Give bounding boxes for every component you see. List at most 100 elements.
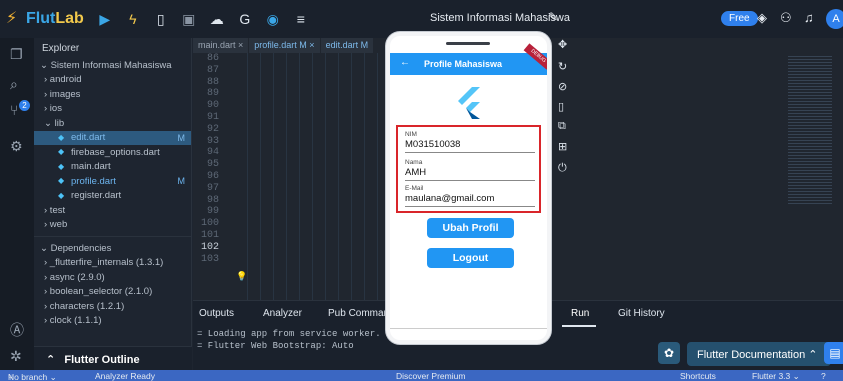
- flutter-version-select[interactable]: Flutter 3.3 ⌄: [752, 371, 800, 381]
- nama-label: Nama: [405, 159, 423, 166]
- qr-code-icon[interactable]: ⊞: [558, 140, 567, 153]
- tab-analyzer[interactable]: Analyzer: [263, 308, 302, 319]
- email-field[interactable]: maulana@gmail.com: [405, 193, 494, 204]
- tree-label: ⌄ Dependencies: [40, 242, 112, 254]
- app-bar-title: Profile Mahasiswa: [424, 59, 503, 69]
- log-line: = Loading app from service worker.: [197, 329, 381, 339]
- tree-label: › images: [44, 88, 81, 100]
- tree-label: › characters (1.2.1): [44, 300, 125, 312]
- dependencies-header[interactable]: ⌄ Dependencies: [34, 241, 191, 256]
- nim-underline: [405, 152, 535, 153]
- line-number: 100: [200, 218, 219, 230]
- dart-file-icon: ◆: [58, 132, 65, 142]
- dart-file-icon: ◆: [58, 147, 65, 157]
- help-icon[interactable]: ?: [821, 371, 826, 381]
- flutter-outline-toggle[interactable]: ⌃ Flutter Outline: [34, 346, 192, 370]
- line-number: 87: [206, 64, 219, 76]
- tab-profile-dart[interactable]: profile.dart M ×: [249, 38, 320, 53]
- menu-icon[interactable]: ≡: [294, 11, 308, 27]
- modified-marker: M: [177, 176, 186, 187]
- save-icon[interactable]: ▣: [182, 11, 196, 28]
- back-arrow-icon[interactable]: ←: [400, 57, 410, 68]
- layers-icon[interactable]: ◈: [757, 10, 767, 26]
- dependency-item[interactable]: › clock (1.1.1): [34, 314, 191, 329]
- chat-icon[interactable]: ▤: [824, 342, 843, 364]
- ubah-profil-button[interactable]: Ubah Profil: [427, 218, 514, 238]
- tree-label: register.dart: [71, 190, 122, 202]
- screenshot-icon[interactable]: ⧉: [558, 120, 566, 133]
- tab-main-dart[interactable]: main.dart ×: [193, 38, 249, 53]
- dependency-item[interactable]: › async (2.9.0): [34, 270, 191, 285]
- files-icon[interactable]: ❐: [10, 46, 23, 63]
- tab-pub-command[interactable]: Pub Command: [328, 308, 395, 319]
- line-number-current: 102: [200, 241, 219, 253]
- phone-bottom-line: [390, 328, 547, 329]
- tree-folder-images[interactable]: › images: [34, 87, 191, 102]
- dependency-item[interactable]: › boolean_selector (2.1.0): [34, 285, 191, 300]
- run-icon[interactable]: ▶: [98, 11, 112, 28]
- cloud-upload-icon[interactable]: ☁: [210, 11, 224, 28]
- line-number: 86: [206, 53, 219, 64]
- dependency-item[interactable]: › characters (1.2.1): [34, 299, 191, 314]
- divider: [34, 236, 191, 237]
- tree-folder-ios[interactable]: › ios: [34, 102, 191, 117]
- tree-file-register[interactable]: ◆ register.dart: [34, 189, 191, 204]
- minimap[interactable]: [788, 56, 832, 206]
- chevron-up-icon: ⌃: [46, 354, 59, 366]
- line-number: 90: [206, 100, 219, 112]
- add-user-icon[interactable]: ⚇: [780, 10, 792, 26]
- tree-label: › _flutterfire_internals (1.3.1): [44, 257, 164, 269]
- source-control-icon[interactable]: ⑂: [10, 102, 18, 118]
- rotate-icon[interactable]: ↻: [558, 60, 567, 73]
- search-icon[interactable]: ⌕: [10, 76, 18, 93]
- nama-underline: [405, 180, 535, 181]
- phone-preview: ← Profile Mahasiswa DEBUG NIM M031510038…: [386, 32, 551, 344]
- move-icon[interactable]: ✥: [558, 38, 567, 51]
- nim-field[interactable]: M031510038: [405, 139, 460, 150]
- phone-speaker: [446, 42, 490, 45]
- lightbulb-icon[interactable]: 💡: [236, 271, 247, 282]
- profile-form: NIM M031510038 Nama AMH E-Mail maulana@g…: [396, 125, 541, 213]
- tree-folder-web[interactable]: › web: [34, 218, 191, 233]
- tree-folder-test[interactable]: › test: [34, 203, 191, 218]
- power-icon[interactable]: ⏻: [558, 162, 567, 175]
- avatar[interactable]: A: [826, 9, 843, 29]
- google-icon[interactable]: G: [238, 11, 252, 27]
- flutter-logo-icon: [458, 87, 480, 119]
- explorer-title: Explorer: [42, 43, 80, 54]
- settings-bug-icon[interactable]: ✲: [10, 348, 22, 365]
- tree-file-edit[interactable]: ◆ edit.dart M: [34, 130, 191, 145]
- edit-title-icon[interactable]: ✎: [548, 10, 558, 24]
- ai-assistant-button[interactable]: ✿: [658, 342, 680, 364]
- dart-file-icon: ◆: [58, 161, 65, 171]
- brand-flut: Flut: [26, 10, 56, 27]
- tree-file-main[interactable]: ◆ main.dart: [34, 160, 191, 175]
- hot-reload-icon[interactable]: ϟ: [126, 11, 140, 27]
- tree-folder-android[interactable]: › android: [34, 73, 191, 88]
- tab-edit-dart[interactable]: edit.dart M: [320, 38, 374, 53]
- flutter-documentation-button[interactable]: Flutter Documentation ⌃: [687, 342, 831, 366]
- device-frame-icon[interactable]: ▯: [558, 100, 564, 113]
- tree-file-profile[interactable]: ◆ profile.dart M: [34, 174, 191, 189]
- tab-git-history[interactable]: Git History: [618, 308, 665, 319]
- shortcuts-link[interactable]: Shortcuts: [680, 371, 716, 381]
- account-icon[interactable]: Ⓐ: [10, 320, 24, 340]
- no-device-icon[interactable]: ⊘: [558, 80, 567, 93]
- gear-icon[interactable]: ⚙: [10, 138, 23, 155]
- tree-folder-lib[interactable]: ⌄ lib: [34, 116, 191, 131]
- target-icon[interactable]: ◉: [266, 11, 280, 28]
- logout-button[interactable]: Logout: [427, 248, 514, 268]
- tree-file-firebase-options[interactable]: ◆ firebase_options.dart: [34, 145, 191, 160]
- line-number: 92: [206, 123, 219, 135]
- stop-icon[interactable]: ▯: [154, 11, 168, 28]
- dependency-item[interactable]: › _flutterfire_internals (1.3.1): [34, 256, 191, 271]
- tree-root[interactable]: ⌄ Sistem Informasi Mahasiswa: [34, 58, 191, 73]
- bell-icon[interactable]: ♫: [804, 10, 814, 25]
- discover-premium-link[interactable]: Discover Premium: [396, 371, 465, 381]
- tab-run[interactable]: Run: [571, 308, 589, 319]
- tab-outputs[interactable]: Outputs: [199, 308, 234, 319]
- nama-field[interactable]: AMH: [405, 167, 426, 178]
- flutlab-logo[interactable]: ⚡ Flut Lab: [6, 10, 84, 28]
- free-badge[interactable]: Free: [721, 11, 758, 26]
- tree-label: › test: [44, 204, 66, 216]
